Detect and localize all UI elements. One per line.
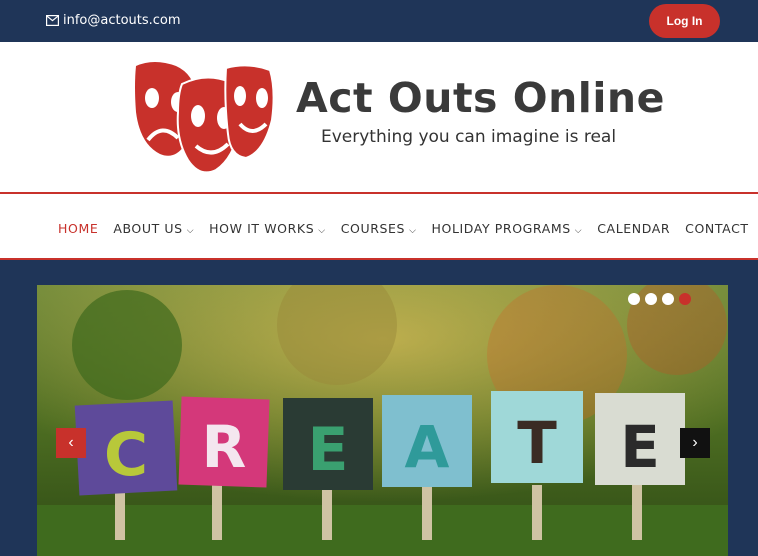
slider-dot[interactable]	[628, 293, 640, 305]
svg-text:R: R	[202, 413, 247, 481]
nav-item-courses[interactable]: COURSES ⌵	[341, 221, 417, 236]
nav-item-holiday-programs[interactable]: HOLIDAY PROGRAMS ⌵	[432, 221, 583, 236]
slider-next-button[interactable]: ›	[680, 428, 710, 458]
slide-image: C R E A T E	[37, 285, 728, 556]
slider-dot-active[interactable]	[679, 293, 691, 305]
nav-item-calendar[interactable]: CALENDAR	[597, 221, 670, 236]
login-button[interactable]: Log In	[649, 4, 720, 38]
nav-item-home[interactable]: HOME	[58, 221, 98, 236]
site-header: Act Outs Online Everything you can imagi…	[0, 42, 758, 192]
site-tagline: Everything you can imagine is real	[321, 127, 617, 147]
slider-pagination	[628, 293, 691, 305]
email-text: info@actouts.com	[63, 13, 181, 28]
svg-text:C: C	[104, 420, 148, 490]
chevron-down-icon: ⌵	[318, 226, 326, 236]
slider-dot[interactable]	[662, 293, 674, 305]
chevron-down-icon: ⌵	[409, 226, 417, 236]
slider-prev-button[interactable]: ‹	[56, 428, 86, 458]
email-contact[interactable]: info@actouts.com	[46, 13, 181, 28]
svg-text:E: E	[620, 413, 660, 481]
svg-text:A: A	[405, 413, 450, 481]
theatre-masks-icon[interactable]	[130, 60, 276, 174]
chevron-right-icon: ›	[692, 434, 698, 451]
nav-item-contact[interactable]: CONTACT	[685, 221, 748, 236]
hero-slider[interactable]: C R E A T E ‹ ›	[37, 285, 728, 556]
main-navigation: HOME ABOUT US ⌵ HOW IT WORKS ⌵ COURSES ⌵ HO…	[0, 192, 758, 260]
slider-dot[interactable]	[645, 293, 657, 305]
chevron-left-icon: ‹	[68, 434, 74, 451]
nav-item-about-us[interactable]: ABOUT US ⌵	[113, 221, 194, 236]
site-title[interactable]: Act Outs Online	[296, 74, 665, 122]
chevron-down-icon: ⌵	[574, 226, 583, 236]
svg-text:T: T	[517, 409, 557, 477]
nav-item-how-it-works[interactable]: HOW IT WORKS ⌵	[209, 221, 326, 236]
svg-text:E: E	[308, 415, 349, 485]
envelope-icon	[46, 15, 59, 26]
chevron-down-icon: ⌵	[186, 226, 195, 236]
top-bar: info@actouts.com Log In	[0, 0, 758, 42]
